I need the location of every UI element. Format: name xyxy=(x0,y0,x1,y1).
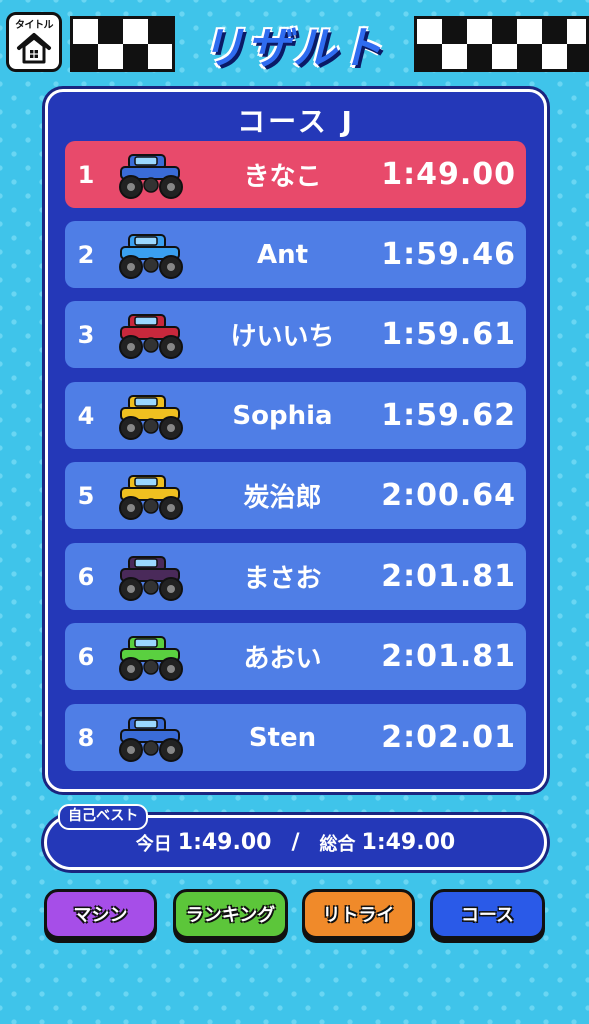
monster-truck-icon xyxy=(107,549,195,605)
course-button[interactable]: コース xyxy=(430,889,545,939)
monster-truck-icon xyxy=(107,147,195,203)
result-row: 2 Ant 1:59.46 xyxy=(65,221,526,288)
result-rank: 4 xyxy=(77,401,95,430)
result-row: 5 炭治郎 2:00.64 xyxy=(65,462,526,529)
checkered-flag-left xyxy=(70,16,175,72)
best-overall: 総合 1:49.00 xyxy=(320,830,456,856)
race-time: 2:00.64 xyxy=(381,478,516,513)
player-name: 炭治郎 xyxy=(243,483,322,513)
best-separator: / xyxy=(291,830,300,855)
monster-truck-icon xyxy=(107,388,195,444)
player-name: Sten xyxy=(248,722,317,753)
result-rank: 8 xyxy=(77,723,95,752)
retry-button[interactable]: リトライ xyxy=(302,889,415,939)
personal-best-label: 自己ベスト xyxy=(58,804,149,830)
checkered-flag-right xyxy=(414,16,589,72)
top-bar: タイトル リザルト xyxy=(0,0,589,84)
machine-button[interactable]: マシン xyxy=(44,889,157,939)
result-row: 4 Sophia 1:59.62 xyxy=(65,382,526,449)
race-time: 1:59.46 xyxy=(381,237,516,272)
player-name: まさお xyxy=(243,564,322,594)
best-today-label: 今日 xyxy=(135,833,172,855)
result-rank: 5 xyxy=(77,481,95,510)
result-row: 3 けいいち 1:59.61 xyxy=(65,301,526,368)
result-rank: 1 xyxy=(77,160,95,189)
house-icon xyxy=(17,33,51,64)
result-row: 6 まさお 2:01.81 xyxy=(65,543,526,610)
result-rank: 6 xyxy=(77,642,95,671)
best-overall-label: 総合 xyxy=(319,833,356,855)
player-name: きなこ xyxy=(243,162,322,192)
result-row: 6 あおい 2:01.81 xyxy=(65,623,526,690)
monster-truck-icon xyxy=(107,227,195,283)
race-time: 2:01.81 xyxy=(381,559,516,594)
result-rank: 6 xyxy=(77,562,95,591)
monster-truck-icon xyxy=(107,468,195,524)
player-name: けいいち xyxy=(230,322,335,352)
result-row: 1 きなこ 1:49.00 xyxy=(65,141,526,208)
best-overall-time: 1:49.00 xyxy=(361,830,456,855)
monster-truck-icon xyxy=(107,307,195,363)
player-name: Ant xyxy=(256,239,309,270)
results-panel: コース J 1 きなこ 1:49.00 2 Ant 1:59.46 3 けいいち 1:59.61… xyxy=(45,89,547,792)
ranking-button[interactable]: ランキング xyxy=(173,889,288,939)
course-name: コース J xyxy=(237,105,355,138)
monster-truck-icon xyxy=(107,710,195,766)
home-button-label: タイトル xyxy=(15,20,54,31)
race-time: 2:01.81 xyxy=(381,639,516,674)
result-row: 8 Sten 2:02.01 xyxy=(65,704,526,771)
race-time: 1:59.61 xyxy=(381,317,516,352)
race-time: 2:02.01 xyxy=(381,720,516,755)
result-rank: 2 xyxy=(77,240,95,269)
player-name: Sophia xyxy=(232,400,333,431)
race-time: 1:49.00 xyxy=(381,157,516,192)
best-today-time: 1:49.00 xyxy=(177,830,272,855)
title-home-button[interactable]: タイトル xyxy=(6,12,62,72)
page-title: リザルト xyxy=(200,23,385,74)
result-rank: 3 xyxy=(77,320,95,349)
player-name: あおい xyxy=(243,644,322,674)
monster-truck-icon xyxy=(107,629,195,685)
best-today: 今日 1:49.00 xyxy=(136,830,272,856)
race-time: 1:59.62 xyxy=(381,398,516,433)
